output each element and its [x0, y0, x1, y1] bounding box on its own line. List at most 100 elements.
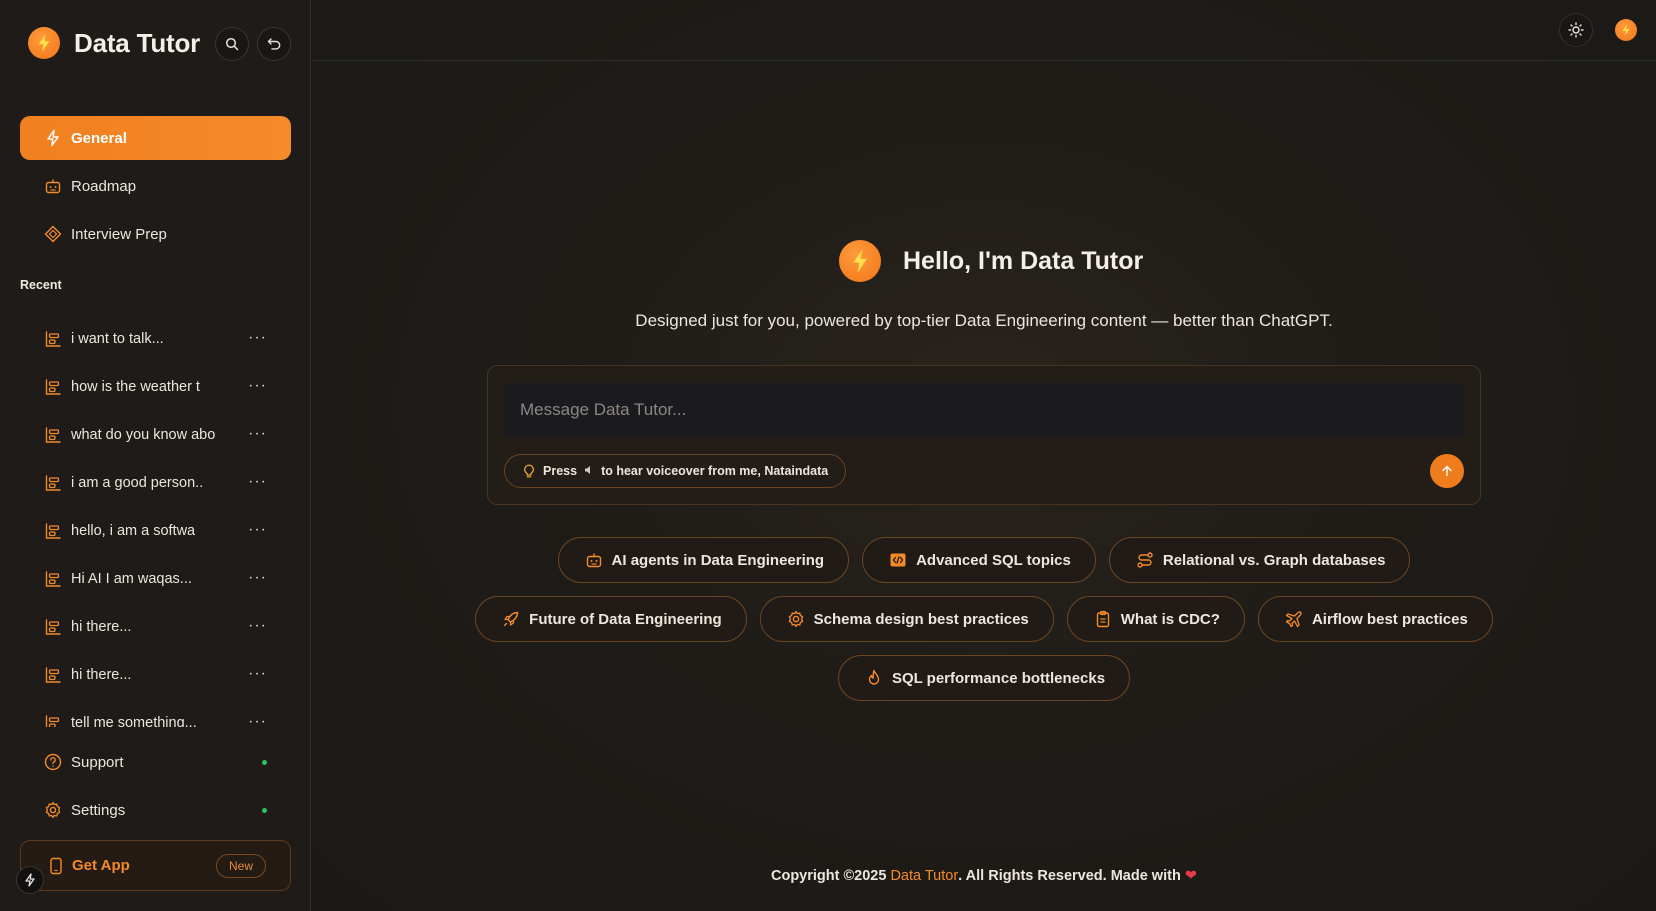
chip-row: SQL performance bottlenecks: [312, 655, 1656, 701]
recent-chat-label: Hi AI I am waqas...: [71, 571, 192, 587]
sidebar: Data Tutor General Roadmap Interview Pre…: [0, 0, 311, 911]
route-icon: [1136, 551, 1154, 569]
more-options-button[interactable]: ···: [248, 425, 267, 443]
recent-chat-item[interactable]: hi there... ···: [20, 603, 291, 651]
chat-history-icon: [44, 522, 62, 540]
more-options-button[interactable]: ···: [248, 569, 267, 587]
search-button[interactable]: [215, 27, 249, 61]
clipboard-icon: [1094, 610, 1112, 628]
send-button[interactable]: [1430, 454, 1464, 488]
more-options-button[interactable]: ···: [248, 521, 267, 539]
floating-bolt-button[interactable]: [16, 866, 44, 894]
recent-chat-item[interactable]: what do you know abo ···: [20, 411, 291, 459]
gear-icon: [787, 610, 805, 628]
chip-relational-graph[interactable]: Relational vs. Graph databases: [1108, 537, 1411, 583]
chat-history-icon: [44, 330, 62, 348]
more-options-button[interactable]: ···: [248, 473, 267, 491]
message-input[interactable]: [504, 383, 1464, 437]
more-options-button[interactable]: ···: [248, 329, 267, 347]
brand[interactable]: Data Tutor: [28, 27, 200, 59]
recent-chat-item[interactable]: hello, i am a softwa ···: [20, 507, 291, 555]
rocket-icon: [502, 610, 520, 628]
chip-schema-design[interactable]: Schema design best practices: [759, 596, 1054, 642]
chip-advanced-sql[interactable]: Advanced SQL topics: [862, 537, 1096, 583]
avatar[interactable]: [1615, 19, 1637, 41]
chat-history-icon: [44, 378, 62, 396]
recent-chat-label: hi there...: [71, 667, 132, 683]
logo-bolt-icon: [28, 27, 60, 59]
undo-icon: [267, 38, 280, 50]
recent-chat-item[interactable]: i am a good person.. ···: [20, 459, 291, 507]
more-options-button[interactable]: ···: [248, 377, 267, 395]
recent-chat-label: hi there...: [71, 619, 132, 635]
undo-button[interactable]: [257, 27, 291, 61]
recent-chat-label: i am a good person..: [71, 475, 204, 491]
recent-heading: Recent: [20, 278, 62, 292]
nav-label: Interview Prep: [71, 225, 167, 243]
diamond-icon: [44, 225, 62, 243]
zap-icon: [44, 129, 62, 147]
bolt-icon: [25, 873, 35, 887]
search-icon: [225, 37, 239, 51]
nav-item-interview-prep[interactable]: Interview Prep: [20, 212, 291, 256]
chip-label: Future of Data Engineering: [529, 610, 722, 628]
recent-chat-label: how is the weather t: [71, 379, 200, 395]
chat-history-icon: [44, 426, 62, 444]
recent-chat-item[interactable]: how is the weather t ···: [20, 363, 291, 411]
hint-rest: to hear voiceover from me, Nataindata: [601, 464, 829, 478]
top-bar: [312, 0, 1656, 61]
chat-history-icon: [44, 570, 62, 588]
recent-chat-label: i want to talk...: [71, 331, 164, 347]
theme-toggle-button[interactable]: [1559, 13, 1593, 47]
more-options-button[interactable]: ···: [248, 713, 267, 727]
recent-chat-item[interactable]: tell me something... ···: [20, 699, 291, 727]
chat-history-icon: [44, 618, 62, 636]
flame-icon: [865, 669, 883, 687]
chip-ai-agents[interactable]: AI agents in Data Engineering: [557, 537, 850, 583]
smartphone-icon: [47, 857, 65, 875]
gear-icon: [44, 801, 62, 819]
recent-chat-item[interactable]: hi there... ···: [20, 651, 291, 699]
app-title: Data Tutor: [74, 27, 201, 58]
chip-future-de[interactable]: Future of Data Engineering: [475, 596, 747, 642]
chip-airflow[interactable]: Airflow best practices: [1257, 596, 1493, 642]
chip-row: Future of Data Engineering Schema design…: [312, 596, 1656, 642]
nav-label: General: [71, 129, 127, 147]
more-options-button[interactable]: ···: [248, 665, 267, 683]
chat-history-icon: [44, 714, 62, 727]
settings-item[interactable]: Settings: [20, 788, 291, 832]
footer-suffix: . All Rights Reserved. Made with: [958, 868, 1185, 884]
chip-sql-performance[interactable]: SQL performance bottlenecks: [837, 655, 1131, 701]
bolt-icon: [1622, 24, 1630, 36]
more-options-button[interactable]: ···: [248, 617, 267, 635]
support-item[interactable]: Support: [20, 740, 291, 784]
nav-label: Roadmap: [71, 177, 137, 195]
chat-history-icon: [44, 474, 62, 492]
chip-row: AI agents in Data Engineering Advanced S…: [312, 537, 1656, 583]
chip-label: What is CDC?: [1120, 610, 1220, 628]
voiceover-hint[interactable]: Press to hear voiceover from me, Nataind…: [504, 454, 847, 488]
get-app-label: Get App: [72, 857, 130, 874]
chip-what-is-cdc[interactable]: What is CDC?: [1066, 596, 1245, 642]
nav-item-roadmap[interactable]: Roadmap: [20, 164, 291, 208]
recent-chat-item[interactable]: i want to talk... ···: [20, 315, 291, 363]
support-status-dot: [262, 759, 267, 765]
robot-icon: [44, 177, 62, 195]
support-label: Support: [71, 753, 124, 771]
nav-item-general[interactable]: General: [20, 116, 291, 160]
help-circle-icon: [44, 753, 62, 771]
recent-chat-label: what do you know abo: [71, 427, 216, 443]
footer-brand-link[interactable]: Data Tutor: [890, 868, 958, 884]
hint-press: Press: [543, 464, 578, 478]
settings-status-dot: [262, 807, 267, 813]
main-area: Hello, I'm Data Tutor Designed just for …: [312, 0, 1656, 911]
footer-prefix: Copyright ©2025: [770, 868, 891, 884]
settings-label: Settings: [71, 801, 126, 819]
get-app-button[interactable]: Get App New: [20, 840, 291, 891]
new-badge: New: [215, 854, 266, 878]
recent-chat-item[interactable]: Hi AI I am waqas... ···: [20, 555, 291, 603]
message-composer: Press to hear voiceover from me, Nataind…: [487, 365, 1481, 505]
speaker-icon: [584, 465, 594, 478]
hero-subtitle: Designed just for you, powered by top-ti…: [635, 311, 1333, 330]
chip-label: Schema design best practices: [813, 610, 1029, 628]
